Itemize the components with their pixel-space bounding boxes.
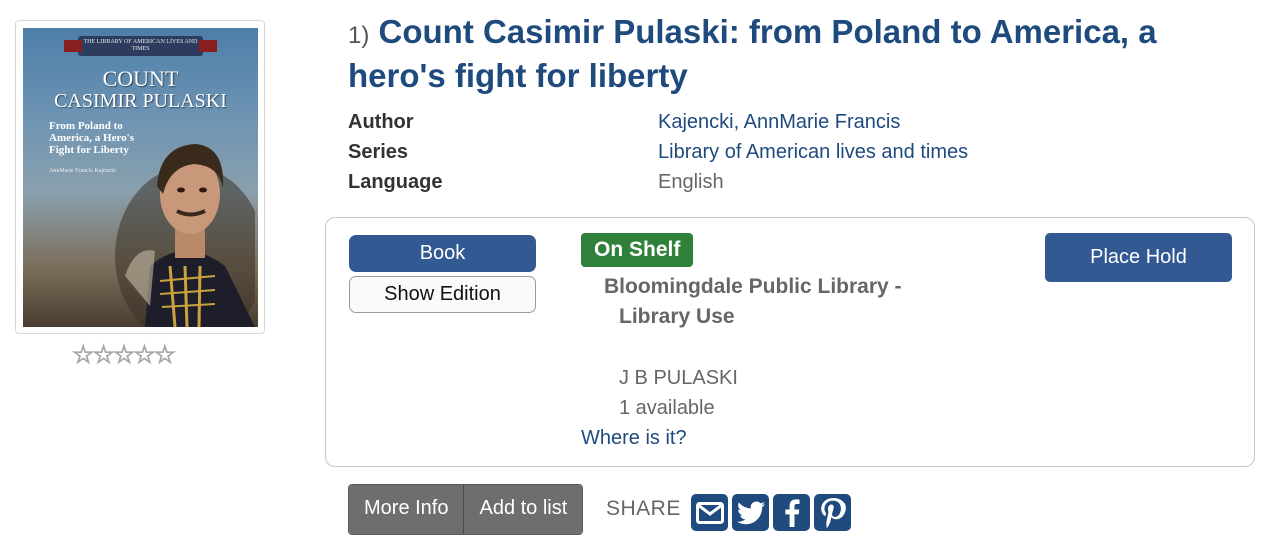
place-hold-button[interactable]: Place Hold [1045, 233, 1232, 282]
location-line1: Bloomingdale Public Library - [604, 275, 902, 298]
action-button-group: More Info Add to list [348, 484, 584, 535]
availability-count: 1 available [619, 397, 715, 419]
author-label: Author [348, 111, 414, 133]
language-label: Language [348, 171, 443, 193]
cover-portrait-illustration [115, 144, 255, 327]
result-title-link[interactable]: Count Casimir Pulaski: from Poland to Am… [348, 13, 1157, 94]
add-to-list-button[interactable]: Add to list [463, 485, 583, 534]
result-number: 1) [348, 22, 370, 49]
twitter-icon[interactable] [732, 494, 769, 531]
cover-title-line1: COUNT [102, 66, 179, 91]
email-icon[interactable] [691, 494, 728, 531]
book-cover-frame[interactable]: THE LIBRARY OF AMERICAN LIVES AND TIMES … [15, 20, 265, 334]
location-line2: Library Use [619, 305, 735, 328]
book-cover-image[interactable]: THE LIBRARY OF AMERICAN LIVES AND TIMES … [23, 28, 258, 327]
pinterest-icon[interactable] [814, 494, 851, 531]
location: Bloomingdale Public Library - Library Us… [604, 272, 924, 332]
result-title[interactable]: 1) Count Casimir Pulaski: from Poland to… [348, 12, 1258, 96]
star-rating[interactable]: ☆☆☆☆☆ [71, 340, 176, 370]
share-icons [691, 494, 851, 531]
series-link[interactable]: Library of American lives and times [658, 137, 1258, 167]
facebook-icon[interactable] [773, 494, 810, 531]
author-link[interactable]: Kajencki, AnnMarie Francis [658, 107, 1258, 137]
cover-series-ribbon: THE LIBRARY OF AMERICAN LIVES AND TIMES [64, 36, 217, 56]
language-value: English [658, 171, 724, 193]
format-book-button[interactable]: Book [349, 235, 536, 272]
share-label: SHARE [606, 497, 681, 520]
where-is-it-link[interactable]: Where is it? [581, 423, 687, 453]
show-edition-button[interactable]: Show Edition [349, 276, 536, 313]
cover-title-line2: CASIMIR PULASKI [54, 90, 227, 112]
call-number: J B PULASKI [619, 367, 738, 389]
series-label: Series [348, 141, 409, 163]
more-info-button[interactable]: More Info [349, 485, 464, 534]
status-badge: On Shelf [581, 233, 694, 267]
